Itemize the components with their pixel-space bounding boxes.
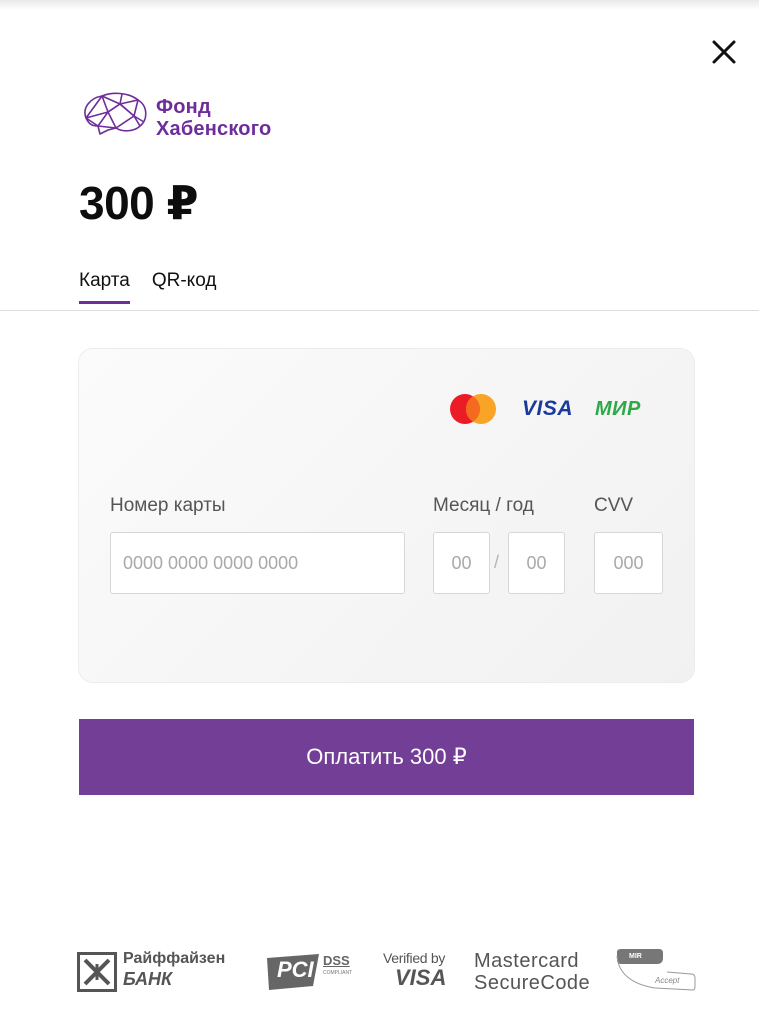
tab-qr-code[interactable]: QR-код	[152, 270, 217, 304]
close-icon	[712, 40, 736, 64]
pay-button[interactable]: Оплатить 300 ₽	[79, 719, 694, 795]
verified-by-text: Verified by	[383, 950, 446, 966]
logo-line1: Фонд	[156, 96, 211, 118]
card-number-input[interactable]	[110, 532, 405, 594]
verified-by-visa-logo: Verified by VISA	[383, 948, 463, 996]
expiry-label: Месяц / год	[433, 495, 534, 516]
raiffeisen-bank: БАНК	[123, 969, 173, 989]
fund-logo: Фонд Хабенского	[78, 90, 271, 140]
mir-accept-bottom-text: Accept	[655, 976, 680, 985]
mastercard-text: Mastercard	[474, 950, 580, 972]
mastercard-icon	[450, 394, 496, 424]
raiffeisen-icon	[77, 952, 117, 992]
top-shadow	[0, 0, 759, 10]
payment-method-tabs: Карта QR-код	[79, 270, 216, 304]
dss-text: DSS	[323, 953, 350, 968]
logo-line2: Хабенского	[156, 118, 272, 140]
mir-accept-card-icon	[616, 949, 696, 991]
payment-widget: Фонд Хабенского 300 ₽ Карта QR-код VISA …	[0, 0, 759, 1027]
mir-accept-top-text: MIR	[629, 953, 642, 960]
raiffeisen-logo: Райффайзен БАНК	[77, 948, 257, 996]
tabs-divider	[0, 310, 759, 311]
securecode-text: SecureCode	[474, 972, 591, 994]
pci-text: PCI	[277, 957, 314, 982]
expiry-year-input[interactable]	[508, 532, 565, 594]
mir-logo: МИР	[595, 397, 641, 420]
brain-icon	[84, 92, 147, 135]
card-number-label: Номер карты	[110, 495, 226, 516]
mir-accept-logo: MIR Accept	[615, 948, 697, 996]
card-brands: VISA МИР	[448, 393, 641, 425]
payment-amount: 300 ₽	[79, 177, 199, 229]
mastercard-securecode-logo: Mastercard SecureCode	[474, 948, 604, 996]
verified-visa-text: VISA	[395, 965, 447, 990]
raiffeisen-name: Райффайзен	[123, 950, 226, 967]
visa-logo: VISA	[522, 397, 574, 420]
compliant-text: COMPLIANT	[323, 970, 353, 976]
expiry-separator: /	[494, 552, 500, 572]
close-button[interactable]	[706, 34, 742, 70]
security-logos: Райффайзен БАНК PCI DSS COMPLIANT Verifi…	[77, 948, 697, 996]
expiry-month-input[interactable]	[433, 532, 490, 594]
cvv-label: CVV	[594, 495, 634, 516]
logo-text: Фонд Хабенского	[156, 96, 271, 140]
card-form: VISA МИР Номер карты Месяц / год / CVV	[79, 349, 694, 682]
pci-dss-logo: PCI DSS COMPLIANT	[265, 948, 365, 996]
tab-card[interactable]: Карта	[79, 270, 130, 304]
cvv-input[interactable]	[594, 532, 663, 594]
